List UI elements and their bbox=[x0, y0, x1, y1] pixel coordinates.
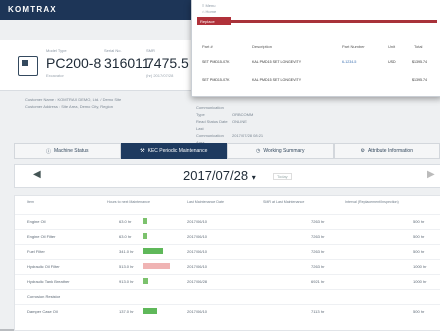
info-row: Read Status DateONLINE bbox=[196, 118, 316, 125]
maintenance-progress-bar bbox=[143, 233, 147, 239]
last-date: 2017/06/10 bbox=[187, 249, 207, 254]
tab-periodic-maintenance[interactable]: ⚒KEC Periodic Maintenance bbox=[121, 143, 228, 159]
last-date: 2017/06/10 bbox=[187, 309, 207, 314]
last-smr: 6921 hr bbox=[311, 279, 325, 284]
last-smr: 7263 hr bbox=[311, 234, 325, 239]
smr-sub: (hr) 2017/07/28 bbox=[146, 73, 189, 78]
customer-info: Customer Name : KOMTRAX DEMO, Ltd. / Dem… bbox=[25, 96, 195, 110]
popup-divider bbox=[197, 20, 437, 23]
clock-icon: ◷ bbox=[256, 148, 260, 154]
last-date: 2017/06/10 bbox=[187, 219, 207, 224]
interval: 500 hr bbox=[413, 249, 424, 254]
parts-popup-window: ≡ Menu ⌂ Home Replace Part # Description… bbox=[191, 0, 440, 97]
popup-table-header: Part # Description Part Number Unit Tota… bbox=[192, 44, 440, 54]
tab-machine-status[interactable]: ⓘMachine Status bbox=[14, 143, 121, 159]
hours-to-next: 63.0 hr bbox=[119, 219, 131, 224]
column-header: Item bbox=[27, 200, 34, 204]
home-link[interactable]: ⌂ Home bbox=[202, 9, 216, 14]
maintenance-progress-bar bbox=[143, 278, 148, 284]
table-row: Hydraulic Oil Filter 513.0 hr 2017/06/10 72… bbox=[15, 259, 440, 273]
tab-working-summary[interactable]: ◷Working Summary bbox=[227, 143, 334, 159]
item-name: Hydraulic Tank Breather bbox=[27, 279, 70, 284]
screen: KOMTRAX Model Type PC200-8 Excavator Ser… bbox=[0, 0, 440, 329]
hours-to-next: 913.0 hr bbox=[119, 279, 134, 284]
interval: 500 hr bbox=[413, 234, 424, 239]
model-field: Model Type PC200-8 Excavator bbox=[46, 48, 101, 78]
model-sub: Excavator bbox=[46, 73, 101, 78]
smr-label: SMR bbox=[146, 48, 189, 53]
maintenance-progress-bar bbox=[143, 308, 157, 314]
column-header: Hours to next Maintenance bbox=[107, 200, 150, 204]
last-date: 2017/06/28 bbox=[187, 279, 207, 284]
next-date-button[interactable]: ▶ bbox=[427, 169, 435, 180]
item-name: Hydraulic Oil Filter bbox=[27, 264, 60, 269]
serial-field: Serial No. 316011 bbox=[104, 48, 150, 73]
column-header: Interval (Replacement/Inspection) bbox=[345, 200, 399, 204]
item-name: Fuel Filter bbox=[27, 249, 45, 254]
tab-bar: ⓘMachine Status ⚒KEC Periodic Maintenanc… bbox=[14, 143, 440, 159]
tab-attribute-information[interactable]: ⚙Attribute Information bbox=[334, 143, 440, 159]
info-row: Communication TypeORBCOMM bbox=[196, 104, 316, 118]
app-logo: KOMTRAX bbox=[8, 5, 57, 14]
customer-address: Customer Address : Site Area, Demo City,… bbox=[25, 103, 195, 110]
interval: 500 hr bbox=[413, 309, 424, 314]
last-smr: 7263 hr bbox=[311, 264, 325, 269]
table-row: Engine Oil Filter 63.0 hr 2017/06/10 7263 h… bbox=[15, 229, 440, 243]
interval: 1000 hr bbox=[413, 264, 427, 269]
popup-row[interactable]: SET PMD15-07K KAL PMD15 SET LONGEVITY $1… bbox=[192, 78, 440, 94]
menu-button[interactable]: ≡ Menu bbox=[202, 3, 215, 8]
popup-row[interactable]: SET PMD15-07K KAL PMD15 SET LONGEVITY 6-… bbox=[192, 60, 440, 76]
hours-to-next: 63.0 hr bbox=[119, 234, 131, 239]
column-header: SMR at Last Maintenance bbox=[263, 200, 304, 204]
serial-value: 316011 bbox=[104, 55, 150, 71]
table-row: Engine Oil 63.0 hr 2017/06/10 7263 hr 500 hr bbox=[15, 214, 440, 228]
item-name: Corrosion Resistor bbox=[27, 294, 60, 299]
replace-tab[interactable]: Replace bbox=[197, 17, 231, 25]
serial-label: Serial No. bbox=[104, 48, 150, 53]
maintenance-table: Item Hours to next Maintenance Last Main… bbox=[14, 195, 440, 331]
wrench-icon: ⚒ bbox=[140, 148, 144, 154]
hours-to-next: 513.0 hr bbox=[119, 264, 134, 269]
table-header: Item Hours to next Maintenance Last Main… bbox=[15, 200, 440, 210]
interval: 1000 hr bbox=[413, 279, 427, 284]
hours-to-next: 137.0 hr bbox=[119, 309, 134, 314]
table-row: Damper Case Oil 137.0 hr 2017/06/10 7113 hr… bbox=[15, 304, 440, 318]
last-smr: 7263 hr bbox=[311, 219, 325, 224]
last-smr: 7113 hr bbox=[311, 309, 324, 314]
maintenance-progress-bar bbox=[143, 263, 170, 269]
date-selector[interactable]: 2017/07/28 ▾ bbox=[183, 168, 256, 183]
table-row: Fuel Filter 341.0 hr 2017/06/10 7263 hr 500 … bbox=[15, 244, 440, 258]
model-value: PC200-8 bbox=[46, 55, 101, 71]
info-icon: ⓘ bbox=[46, 148, 51, 155]
today-button[interactable]: Today bbox=[273, 173, 292, 180]
model-label: Model Type bbox=[46, 48, 101, 53]
info-row: Last Communication2017/07/28 08:21 bbox=[196, 125, 316, 139]
last-date: 2017/06/10 bbox=[187, 264, 207, 269]
customer-name: Customer Name : KOMTRAX DEMO, Ltd. / Dem… bbox=[25, 96, 195, 103]
maintenance-progress-bar bbox=[143, 248, 163, 254]
item-name: Engine Oil bbox=[27, 219, 45, 224]
column-header: Last Maintenance Date bbox=[187, 200, 224, 204]
smr-field: SMR 7475.5 (hr) 2017/07/28 bbox=[146, 48, 189, 78]
table-row: Hydraulic Tank Breather 913.0 hr 2017/06/2… bbox=[15, 274, 440, 288]
chevron-down-icon: ▾ bbox=[252, 173, 256, 182]
previous-date-button[interactable]: ◀ bbox=[33, 169, 41, 180]
gear-icon: ⚙ bbox=[360, 148, 364, 154]
interval: 500 hr bbox=[413, 219, 424, 224]
last-date: 2017/06/10 bbox=[187, 234, 207, 239]
table-row: Corrosion Resistor bbox=[15, 289, 440, 303]
item-name: Damper Case Oil bbox=[27, 309, 58, 314]
smr-value: 7475.5 bbox=[146, 55, 189, 71]
date-navigator: ◀ 2017/07/28 ▾ Today ▶ bbox=[14, 164, 440, 188]
machine-icon bbox=[18, 56, 38, 76]
last-smr: 7263 hr bbox=[311, 249, 325, 254]
item-name: Engine Oil Filter bbox=[27, 234, 55, 239]
maintenance-progress-bar bbox=[143, 218, 147, 224]
communication-info: Communication TypeORBCOMM Read Status Da… bbox=[196, 104, 316, 146]
hours-to-next: 341.0 hr bbox=[119, 249, 134, 254]
